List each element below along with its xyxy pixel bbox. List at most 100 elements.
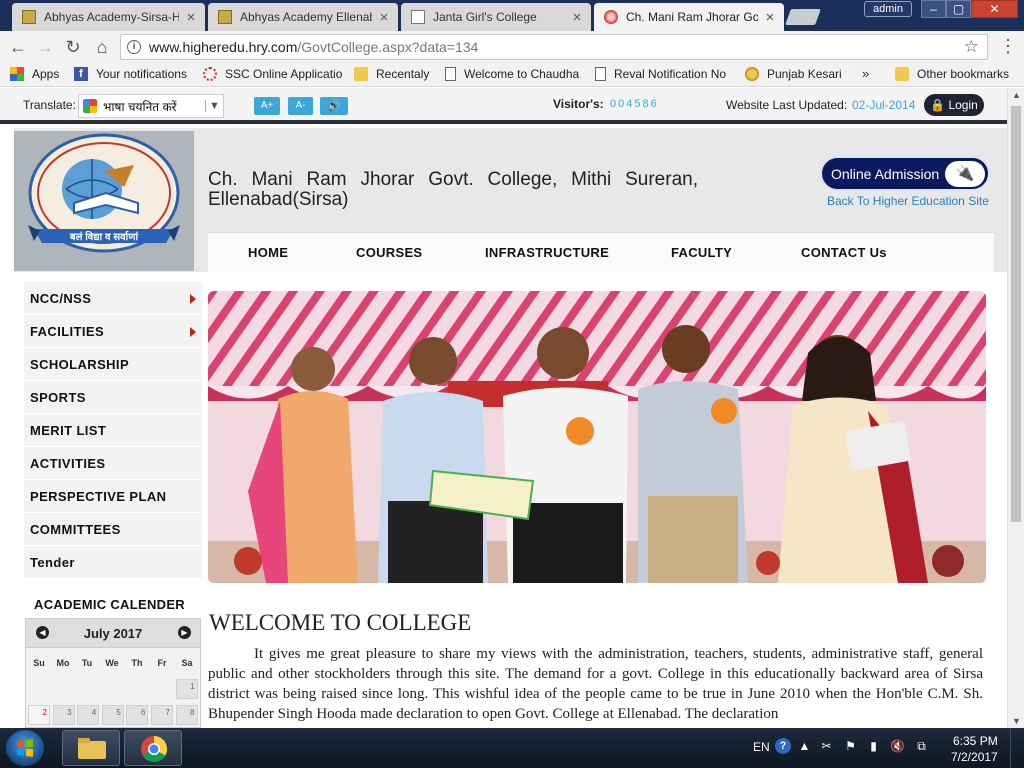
user-badge[interactable]: admin	[864, 1, 912, 17]
page-scrollbar[interactable]: ▲ ▼	[1007, 88, 1024, 728]
page-icon	[411, 10, 425, 24]
sidebar-item-sports[interactable]: SPORTS	[24, 381, 202, 414]
language-select-value: भाषा चयनित करें	[103, 99, 177, 114]
browser-tab[interactable]: Abhyas Academy Ellenab ×	[208, 3, 398, 31]
reload-icon[interactable]: ↻	[61, 35, 85, 59]
plug-icon: 🔌	[945, 161, 985, 187]
sidebar-item-ncc-nss[interactable]: NCC/NSS	[24, 282, 202, 315]
college-logo[interactable]: बलं विद्या व सर्वाणां	[14, 131, 194, 271]
bookmark-label: Apps	[32, 67, 60, 81]
site-info-icon[interactable]: i	[127, 40, 141, 54]
volume-muted-icon[interactable]: 🔇	[890, 739, 905, 753]
calendar-day[interactable]: 4	[77, 705, 100, 725]
calendar-day[interactable]: 8	[175, 705, 198, 725]
tab-close-icon[interactable]: ×	[571, 9, 583, 26]
action-center-flag-icon[interactable]: ⚑	[843, 739, 858, 753]
bookmarks-overflow-chevron-icon[interactable]: »	[862, 66, 869, 81]
sidebar-item-tender[interactable]: Tender	[24, 546, 202, 579]
sidebar-item-merit-list[interactable]: MERIT LIST	[24, 414, 202, 447]
calendar-day[interactable]: 6	[126, 705, 149, 725]
scroll-thumb[interactable]	[1011, 106, 1021, 522]
sidebar-item-scholarship[interactable]: SCHOLARSHIP	[24, 348, 202, 381]
translate-label: Translate:	[23, 98, 76, 112]
bookmark-item[interactable]: Reval Notification No	[595, 67, 726, 81]
calendar-next-icon[interactable]: ▶	[178, 626, 191, 639]
sidebar-item-activities[interactable]: ACTIVITIES	[24, 447, 202, 480]
back-arrow-icon[interactable]: ←	[6, 35, 30, 59]
window-minimize-button[interactable]: –	[921, 0, 946, 18]
calendar-day[interactable]: 5	[101, 705, 124, 725]
bookmark-item[interactable]: Welcome to Chaudha	[445, 67, 579, 81]
welcome-paragraph: It gives me great pleasure to share my v…	[208, 644, 983, 724]
page-icon	[445, 67, 456, 81]
language-select[interactable]: भाषा चयनित करें ▼	[78, 94, 224, 118]
new-tab-button[interactable]	[785, 9, 821, 25]
academic-calendar: ◀ July 2017 ▶ Su Mo Tu We Th Fr Sa 1 2345…	[25, 618, 201, 728]
submenu-arrow-icon	[190, 327, 196, 337]
browser-tab-strip: Abhyas Academy-Sirsa-H × Abhyas Academy …	[0, 0, 1024, 31]
speaker-icon[interactable]: 🔊	[320, 97, 348, 115]
sidebar-item-label: SPORTS	[30, 390, 86, 405]
network-tools-icon[interactable]: ✂	[819, 739, 834, 753]
browser-tab[interactable]: Abhyas Academy-Sirsa-H ×	[12, 3, 205, 31]
tab-title: Ch. Mani Ram Jhorar Go	[626, 10, 758, 24]
nav-infrastructure[interactable]: INFRASTRUCTURE	[485, 245, 609, 260]
sidebar-item-perspective-plan[interactable]: PERSPECTIVE PLAN	[24, 480, 202, 513]
bookmark-label: Welcome to Chaudha	[464, 67, 580, 81]
windows-start-icon[interactable]	[6, 730, 44, 766]
home-icon[interactable]: ⌂	[90, 35, 114, 59]
calendar-day[interactable]: 1	[175, 679, 198, 699]
tab-close-icon[interactable]: ×	[378, 9, 390, 26]
scroll-down-arrow-icon[interactable]: ▼	[1012, 716, 1021, 726]
back-to-higher-education-link[interactable]: Back To Higher Education Site	[827, 194, 989, 208]
address-bar[interactable]: i www.higheredu.hry.com/GovtCollege.aspx…	[120, 34, 988, 60]
bookmark-item[interactable]: Punjab Kesari	[745, 67, 842, 81]
page-icon	[595, 67, 606, 81]
nav-faculty[interactable]: FACULTY	[671, 245, 732, 260]
bookmark-item[interactable]: f Your notifications	[74, 67, 187, 81]
calendar-day[interactable]: 2	[28, 705, 50, 725]
utility-strip: Translate: भाषा चयनित करें ▼ A+ A- 🔊 Vis…	[0, 88, 1007, 124]
help-icon[interactable]: ?	[775, 738, 791, 754]
nav-contact[interactable]: CONTACT Us	[801, 245, 887, 260]
display-icon[interactable]: ⧉	[914, 739, 929, 753]
chrome-icon[interactable]	[124, 730, 182, 766]
tray-up-arrow-icon[interactable]: ▲	[797, 739, 812, 753]
main-navigation: HOME COURSES INFRASTRUCTURE FACULTY CONT…	[208, 232, 994, 272]
other-bookmarks-label: Other bookmarks	[917, 67, 1010, 81]
font-increase-button[interactable]: A+	[254, 97, 280, 115]
clock-date[interactable]: 7/2/2017	[951, 750, 998, 764]
browser-menu-icon[interactable]: ⋮	[998, 35, 1018, 59]
sidebar-item-label: SCHOLARSHIP	[30, 357, 130, 372]
calendar-day[interactable]: 7	[151, 705, 173, 725]
browser-tab-active[interactable]: Ch. Mani Ram Jhorar Go ×	[594, 3, 784, 31]
punjab-kesari-icon	[745, 67, 759, 81]
bookmark-item[interactable]: SSC Online Applicatio	[203, 67, 342, 81]
tab-close-icon[interactable]: ×	[185, 9, 197, 26]
sidebar-item-facilities[interactable]: FACILITIES	[24, 315, 202, 348]
window-close-button[interactable]: ✕	[971, 0, 1018, 18]
calendar-day[interactable]: 3	[52, 705, 75, 725]
other-bookmarks[interactable]: Other bookmarks	[895, 67, 1009, 81]
window-maximize-button[interactable]: ▢	[946, 0, 971, 18]
folder-icon	[895, 67, 909, 81]
sidebar-item-committees[interactable]: COMMITTEES	[24, 513, 202, 546]
clock-time[interactable]: 6:35 PM	[953, 734, 998, 748]
forward-arrow-icon[interactable]: →	[33, 35, 57, 59]
tab-close-icon[interactable]: ×	[764, 9, 776, 26]
nav-home[interactable]: HOME	[248, 245, 288, 260]
show-desktop-button[interactable]	[1010, 728, 1024, 768]
online-admission-button[interactable]: Online Admission 🔌	[820, 156, 990, 191]
font-decrease-button[interactable]: A-	[288, 97, 313, 115]
bookmark-item[interactable]: Recentaly	[354, 67, 429, 81]
nav-courses[interactable]: COURSES	[356, 245, 422, 260]
signal-bars-icon[interactable]: ▮	[866, 739, 881, 753]
language-indicator[interactable]: EN	[753, 740, 770, 754]
login-button[interactable]: 🔒 Login	[924, 94, 984, 116]
bookmark-star-icon[interactable]: ☆	[964, 37, 979, 57]
browser-tab[interactable]: Janta Girl's College ×	[401, 3, 591, 31]
file-explorer-icon[interactable]	[62, 730, 120, 766]
submenu-arrow-icon	[190, 294, 196, 304]
scroll-up-arrow-icon[interactable]: ▲	[1012, 90, 1021, 100]
bookmark-apps[interactable]: Apps	[10, 67, 59, 81]
